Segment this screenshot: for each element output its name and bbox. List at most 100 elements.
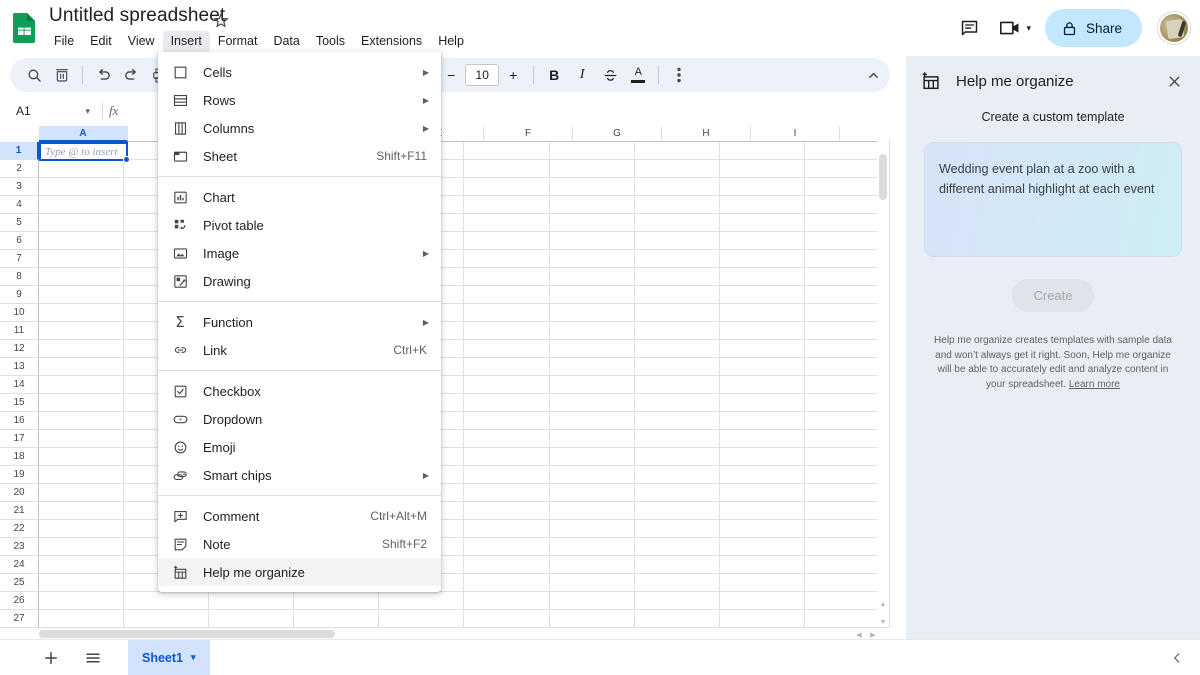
cell-F21[interactable] (464, 502, 550, 520)
sheet-tab-sheet1[interactable]: Sheet1 ▾ (128, 639, 210, 675)
cell-F14[interactable] (464, 376, 550, 394)
cell-G10[interactable] (549, 304, 635, 322)
collapse-panel-icon[interactable] (1162, 643, 1192, 673)
cell-F22[interactable] (464, 520, 550, 538)
cell-A16[interactable] (39, 412, 125, 430)
cell-H12[interactable] (634, 340, 720, 358)
cell-I24[interactable] (719, 556, 805, 574)
cell-G14[interactable] (549, 376, 635, 394)
cell-A27[interactable] (39, 610, 125, 628)
comment-history-icon[interactable] (950, 9, 988, 47)
row-header-27[interactable]: 27 (0, 610, 39, 628)
cell-F5[interactable] (464, 214, 550, 232)
column-header-a[interactable]: A (39, 126, 128, 142)
cell-I4[interactable] (719, 196, 805, 214)
row-header-8[interactable]: 8 (0, 268, 39, 286)
row-header-4[interactable]: 4 (0, 196, 39, 214)
cell-G11[interactable] (549, 322, 635, 340)
menu-item-image[interactable]: Image ▶ (158, 239, 441, 267)
cell-A12[interactable] (39, 340, 125, 358)
menu-tools[interactable]: Tools (308, 31, 353, 52)
cell-H11[interactable] (634, 322, 720, 340)
cell-G19[interactable] (549, 466, 635, 484)
cell-I10[interactable] (719, 304, 805, 322)
cell-A25[interactable] (39, 574, 125, 592)
menu-item-drawing[interactable]: Drawing (158, 267, 441, 295)
cell-H22[interactable] (634, 520, 720, 538)
row-header-23[interactable]: 23 (0, 538, 39, 556)
cell-G9[interactable] (549, 286, 635, 304)
cell-A18[interactable] (39, 448, 125, 466)
horizontal-scrollbar[interactable] (39, 628, 849, 639)
cell-H3[interactable] (634, 178, 720, 196)
horizontal-scroll-thumb[interactable] (39, 630, 335, 638)
cell-I15[interactable] (719, 394, 805, 412)
menu-item-rows[interactable]: Rows ▶ (158, 86, 441, 114)
cell-F8[interactable] (464, 268, 550, 286)
cell-I13[interactable] (719, 358, 805, 376)
document-title[interactable]: Untitled spreadsheet (49, 5, 225, 27)
all-sheets-icon[interactable] (76, 641, 110, 675)
avatar[interactable] (1158, 12, 1190, 44)
decrease-font-size-button[interactable]: − (437, 61, 465, 89)
cell-F27[interactable] (464, 610, 550, 628)
text-color-button[interactable]: A (624, 61, 652, 89)
cell-H21[interactable] (634, 502, 720, 520)
cell-F26[interactable] (464, 592, 550, 610)
cell-D27[interactable] (294, 610, 380, 628)
cell-F6[interactable] (464, 232, 550, 250)
cell-H14[interactable] (634, 376, 720, 394)
learn-more-link[interactable]: Learn more (1069, 379, 1120, 390)
cell-A23[interactable] (39, 538, 125, 556)
cell-G23[interactable] (549, 538, 635, 556)
star-icon[interactable] (212, 11, 230, 29)
row-header-14[interactable]: 14 (0, 376, 39, 394)
menu-view[interactable]: View (120, 31, 163, 52)
cell-F11[interactable] (464, 322, 550, 340)
cell-H23[interactable] (634, 538, 720, 556)
cell-I19[interactable] (719, 466, 805, 484)
scroll-up-arrow[interactable]: ▲ (877, 598, 889, 610)
cell-H6[interactable] (634, 232, 720, 250)
cell-B26[interactable] (124, 592, 210, 610)
row-header-2[interactable]: 2 (0, 160, 39, 178)
google-sheets-logo[interactable] (10, 12, 40, 44)
row-header-7[interactable]: 7 (0, 250, 39, 268)
cell-G22[interactable] (549, 520, 635, 538)
cell-F19[interactable] (464, 466, 550, 484)
cell-G7[interactable] (549, 250, 635, 268)
cell-F17[interactable] (464, 430, 550, 448)
bold-button[interactable]: B (540, 61, 568, 89)
cell-G25[interactable] (549, 574, 635, 592)
cell-H4[interactable] (634, 196, 720, 214)
cell-A10[interactable] (39, 304, 125, 322)
cell-H25[interactable] (634, 574, 720, 592)
row-header-22[interactable]: 22 (0, 520, 39, 538)
cell-A3[interactable] (39, 178, 125, 196)
cell-I11[interactable] (719, 322, 805, 340)
row-header-12[interactable]: 12 (0, 340, 39, 358)
name-box[interactable]: A1 ▾ (4, 100, 96, 122)
column-header-h[interactable]: H (662, 126, 751, 142)
italic-button[interactable]: I (568, 61, 596, 89)
cell-I12[interactable] (719, 340, 805, 358)
menu-item-cells[interactable]: Cells ▶ (158, 58, 441, 86)
redo-icon[interactable] (117, 61, 145, 89)
menu-item-chart[interactable]: Chart (158, 183, 441, 211)
row-header-19[interactable]: 19 (0, 466, 39, 484)
cell-I1[interactable] (719, 142, 805, 160)
cell-C27[interactable] (209, 610, 295, 628)
cell-G24[interactable] (549, 556, 635, 574)
menu-item-smart-chips[interactable]: Smart chips ▶ (158, 461, 441, 489)
cell-H26[interactable] (634, 592, 720, 610)
column-header-i[interactable]: I (751, 126, 840, 142)
cell-I3[interactable] (719, 178, 805, 196)
cell-D26[interactable] (294, 592, 380, 610)
row-header-21[interactable]: 21 (0, 502, 39, 520)
menu-edit[interactable]: Edit (82, 31, 120, 52)
cell-A9[interactable] (39, 286, 125, 304)
row-header-1[interactable]: 1 (0, 142, 39, 160)
cell-F9[interactable] (464, 286, 550, 304)
menu-item-pivot-table[interactable]: Pivot table (158, 211, 441, 239)
add-sheet-icon[interactable] (34, 641, 68, 675)
